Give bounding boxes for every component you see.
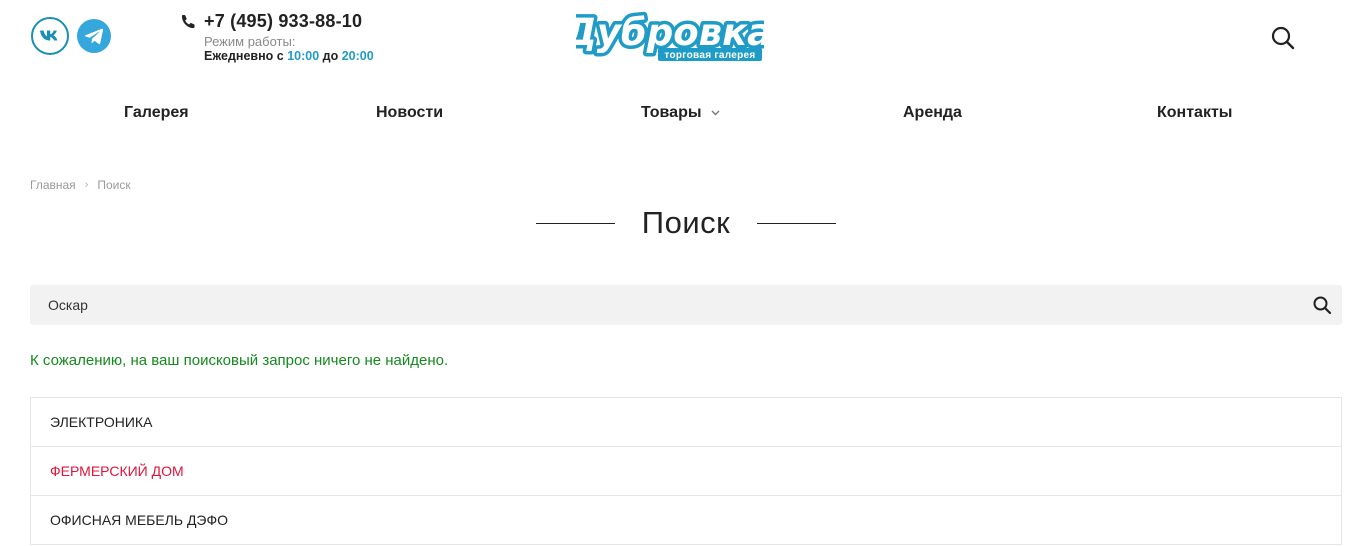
search-submit-button[interactable] (1312, 295, 1332, 315)
nav-item-label: Аренда (903, 104, 962, 121)
search-form (30, 285, 1342, 325)
phone-row: +7 (495) 933-88-10 (181, 11, 374, 32)
vk-icon (40, 30, 58, 41)
nav-item-contacts[interactable]: Контакты (1157, 104, 1232, 122)
phone-number[interactable]: +7 (495) 933-88-10 (204, 11, 362, 32)
category-list: ЭЛЕКТРОНИКА ФЕРМЕРСКИЙ ДОМ ОФИСНАЯ МЕБЕЛ… (30, 397, 1342, 545)
list-item[interactable]: ФЕРМЕРСКИЙ ДОМ (31, 447, 1341, 496)
nav-item-label: Товары (641, 104, 702, 121)
breadcrumb-home[interactable]: Главная (30, 178, 76, 192)
list-item[interactable]: ЭЛЕКТРОНИКА (31, 398, 1341, 447)
list-item[interactable]: ОФИСНАЯ МЕБЕЛЬ ДЭФО (31, 496, 1341, 545)
nav-item-rent[interactable]: Аренда (903, 104, 962, 122)
search-input[interactable] (30, 285, 1300, 325)
search-icon (1313, 296, 1332, 315)
telegram-link[interactable] (77, 19, 111, 53)
header-search-button[interactable] (1270, 25, 1296, 51)
contact-block: +7 (495) 933-88-10 Режим работы: Ежеднев… (181, 11, 374, 64)
logo-name: Дубровка (576, 11, 764, 54)
nav-item-label: Новости (376, 104, 444, 121)
main-nav: Галерея Новости Товары Аренда Контакты (0, 104, 1346, 126)
title-divider-right (757, 222, 836, 224)
hours-from: 10:00 (287, 49, 320, 63)
chevron-down-icon (711, 110, 719, 116)
working-hours: Ежедневно с 10:00 до 20:00 (204, 49, 374, 64)
title-divider-left (536, 222, 615, 224)
nav-item-gallery[interactable]: Галерея (124, 104, 189, 122)
vk-link[interactable] (31, 17, 69, 55)
logo-tagline: торговая галерея (664, 50, 755, 61)
logo-graphic: Дубровка торговая галерея (559, 8, 776, 61)
breadcrumb-current: Поиск (97, 178, 131, 192)
phone-icon (181, 14, 195, 29)
hours-to: 20:00 (341, 49, 374, 63)
nav-item-news[interactable]: Новости (376, 104, 443, 122)
hours-prefix: Ежедневно с (204, 49, 288, 63)
hours-label: Режим работы: (204, 34, 296, 49)
search-icon (1271, 26, 1295, 50)
logo[interactable]: Дубровка торговая галерея (559, 8, 776, 65)
breadcrumb: Главная › Поиск (30, 178, 131, 192)
hours-mid: до (319, 49, 342, 63)
page-title: Поиск (641, 205, 731, 240)
social-links (31, 17, 111, 55)
telegram-icon (84, 28, 104, 45)
page-title-block: Поиск (536, 203, 836, 243)
nav-item-label: Контакты (1157, 104, 1233, 121)
breadcrumb-separator: › (84, 179, 89, 191)
nav-item-label: Галерея (124, 104, 189, 121)
no-results-message: К сожалению, на ваш поисковый запрос нич… (30, 352, 449, 369)
nav-item-goods[interactable]: Товары (641, 104, 720, 122)
